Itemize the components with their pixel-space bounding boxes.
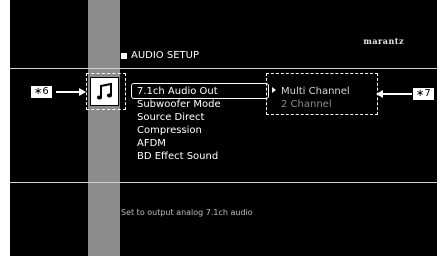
callout7-highlight	[266, 73, 378, 115]
category-band	[88, 0, 120, 256]
menu-item-compression[interactable]: Compression	[137, 124, 221, 137]
callout-6-arrow-line	[56, 91, 80, 93]
setup-screen: marantz AUDIO SETUP 7.1ch Audio Out Subw…	[10, 0, 437, 256]
setup-title: AUDIO SETUP	[121, 50, 199, 61]
menu-item-7-1ch-audio-out[interactable]: 7.1ch Audio Out	[137, 85, 221, 98]
bottom-divider	[10, 182, 437, 183]
callout-7: ∗7	[412, 87, 435, 101]
menu-item-source-direct[interactable]: Source Direct	[137, 111, 221, 124]
top-divider	[10, 68, 437, 69]
callout-6: ∗6	[30, 85, 53, 99]
callout-6-arrowhead	[79, 88, 86, 96]
callout-7-arrow-line	[382, 93, 412, 95]
callout6-highlight	[86, 73, 126, 110]
help-text: Set to output analog 7.1ch audio	[121, 208, 253, 217]
menu-item-bd-effect-sound[interactable]: BD Effect Sound	[137, 150, 221, 163]
setup-title-text: AUDIO SETUP	[131, 50, 199, 61]
title-square-icon	[121, 52, 127, 59]
brand-logo: marantz	[363, 36, 404, 46]
menu-item-subwoofer-mode[interactable]: Subwoofer Mode	[137, 98, 221, 111]
menu-item-afdm[interactable]: AFDM	[137, 137, 221, 150]
setup-menu: 7.1ch Audio Out Subwoofer Mode Source Di…	[137, 85, 221, 163]
